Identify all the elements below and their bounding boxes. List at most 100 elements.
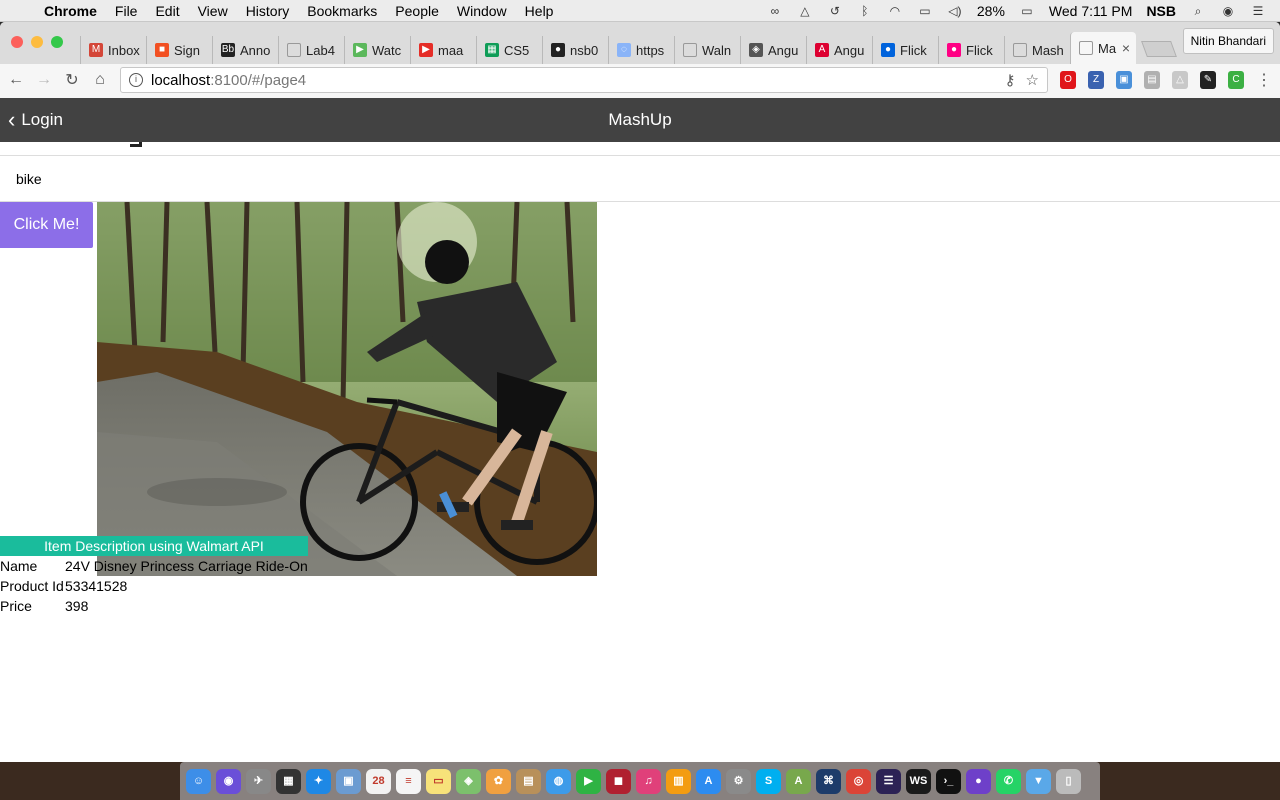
tab[interactable]: Lab4 — [278, 36, 344, 64]
tab[interactable]: ◌ https — [608, 36, 674, 64]
bookmark-star-icon[interactable]: ☆ — [1026, 71, 1039, 89]
calendar-extension-icon[interactable]: ▤ — [1144, 71, 1160, 89]
android-studio-icon[interactable]: A — [786, 768, 811, 794]
chrome-menu-icon[interactable]: ⋮ — [1256, 70, 1272, 90]
tab-label: Angu — [834, 42, 865, 58]
mission-control-icon[interactable]: ▦ — [276, 768, 301, 794]
chrome-icon[interactable]: ◎ — [846, 768, 871, 794]
stickies-icon[interactable]: ▭ — [426, 768, 451, 794]
trash-icon[interactable]: ▯ — [1056, 768, 1081, 794]
sourcetree-icon[interactable]: ⌘ — [816, 768, 841, 794]
tab[interactable]: M Inbox — [80, 36, 146, 64]
evernote-extension-icon[interactable]: ✎ — [1200, 71, 1216, 89]
address-bar[interactable]: i localhost:8100/#/page4 ⚷ ☆ — [120, 67, 1048, 93]
user-menu[interactable]: NSB — [1146, 3, 1176, 19]
calendar-icon[interactable]: 28 — [366, 768, 391, 794]
safari-icon[interactable]: ✦ — [306, 768, 331, 794]
app-menu[interactable]: Chrome — [44, 3, 97, 19]
menu-edit[interactable]: Edit — [155, 3, 179, 19]
google-drive-icon[interactable]: △ — [797, 4, 813, 18]
loading-icon: ◌ — [617, 43, 631, 57]
tab[interactable]: A Angu — [806, 36, 872, 64]
click-me-button[interactable]: Click Me! — [0, 202, 93, 248]
contacts-icon[interactable]: ▤ — [516, 768, 541, 794]
new-tab-button[interactable] — [1141, 41, 1177, 57]
facetime-icon[interactable]: ▶ — [576, 768, 601, 794]
back-arrow-icon[interactable]: ← — [8, 71, 24, 89]
battery-icon[interactable]: ▭ — [1019, 4, 1035, 18]
spotlight-search-icon[interactable]: ⌕ — [1190, 4, 1206, 18]
preview-icon[interactable]: ▣ — [336, 768, 361, 794]
tab[interactable]: ● Flick — [872, 36, 938, 64]
tab[interactable]: Mash — [1004, 36, 1070, 64]
cors-extension-icon[interactable]: C — [1228, 71, 1244, 89]
system-preferences-icon[interactable]: ⚙ — [726, 768, 751, 794]
eclipse-icon[interactable]: ☰ — [876, 768, 901, 794]
flickr-icon: ● — [881, 43, 895, 57]
forward-arrow-icon[interactable]: → — [36, 71, 52, 89]
itunes-icon[interactable]: ♫ — [636, 768, 661, 794]
search-input[interactable]: bike — [0, 156, 1280, 202]
minimize-window-button[interactable] — [31, 36, 43, 48]
gmail-icon: M — [89, 43, 103, 57]
menu-window[interactable]: Window — [457, 3, 507, 19]
time-machine-icon[interactable]: ↺ — [827, 4, 843, 18]
finder-icon[interactable]: ☺ — [186, 768, 211, 794]
drive-extension-icon[interactable]: △ — [1172, 71, 1188, 89]
close-window-button[interactable] — [11, 36, 23, 48]
siri-menu-icon[interactable]: ◉ — [1220, 4, 1236, 18]
skype-icon[interactable]: S — [756, 768, 781, 794]
whatsapp-icon[interactable]: ✆ — [996, 768, 1021, 794]
tab[interactable]: ◈ Angu — [740, 36, 806, 64]
menu-file[interactable]: File — [115, 3, 138, 19]
app-store-icon[interactable]: A — [696, 768, 721, 794]
launchpad-icon[interactable]: ✈ — [246, 768, 271, 794]
photo-booth-icon[interactable]: ◼ — [606, 768, 631, 794]
downloads-folder-icon[interactable]: ▼ — [1026, 768, 1051, 794]
clock[interactable]: Wed 7:11 PM — [1049, 3, 1133, 19]
notes-list-icon[interactable]: ≡ — [396, 768, 421, 794]
zoom-window-button[interactable] — [51, 36, 63, 48]
menu-bookmarks[interactable]: Bookmarks — [307, 3, 377, 19]
tab-active[interactable]: Ma × — [1070, 32, 1136, 64]
menu-view[interactable]: View — [198, 3, 228, 19]
scrolled-content-remnant — [0, 142, 1280, 156]
tab[interactable]: Bb Anno — [212, 36, 278, 64]
menu-history[interactable]: History — [246, 3, 290, 19]
url-path: :8100/#/page4 — [210, 71, 307, 89]
opera-extension-icon[interactable]: O — [1060, 71, 1076, 89]
home-icon[interactable]: ⌂ — [92, 71, 108, 89]
tab-extension-icon[interactable]: ▣ — [1116, 71, 1132, 89]
wifi-icon[interactable]: ◠ — [887, 4, 903, 18]
reload-icon[interactable]: ↻ — [64, 70, 80, 90]
messages-icon[interactable]: ◍ — [546, 768, 571, 794]
close-tab-icon[interactable]: × — [1122, 40, 1130, 56]
creative-cloud-icon[interactable]: ∞ — [767, 4, 783, 18]
webstorm-icon[interactable]: WS — [906, 768, 931, 794]
tab[interactable]: ● nsb0 — [542, 36, 608, 64]
menu-people[interactable]: People — [395, 3, 439, 19]
photos-icon[interactable]: ✿ — [486, 768, 511, 794]
back-button[interactable]: ‹ Login — [0, 109, 63, 131]
tab[interactable]: ■ Sign — [146, 36, 212, 64]
ibooks-icon[interactable]: ▥ — [666, 768, 691, 794]
tab[interactable]: ▶ maa — [410, 36, 476, 64]
zotero-extension-icon[interactable]: Z — [1088, 71, 1104, 89]
notification-center-icon[interactable]: ☰ — [1250, 4, 1266, 18]
tab[interactable]: ▶ Watc — [344, 36, 410, 64]
tab[interactable]: Waln — [674, 36, 740, 64]
profile-button[interactable]: Nitin Bhandari — [1182, 28, 1274, 54]
page-icon — [1013, 43, 1027, 57]
github-desktop-icon[interactable]: ● — [966, 768, 991, 794]
volume-icon[interactable]: ◁) — [947, 4, 963, 18]
menu-help[interactable]: Help — [525, 3, 554, 19]
key-icon[interactable]: ⚷ — [1005, 71, 1016, 89]
tab[interactable]: ▦ CS5 — [476, 36, 542, 64]
terminal-icon[interactable]: ›_ — [936, 768, 961, 794]
tab[interactable]: ● Flick — [938, 36, 1004, 64]
site-info-icon[interactable]: i — [129, 73, 143, 87]
siri-icon[interactable]: ◉ — [216, 768, 241, 794]
maps-icon[interactable]: ◈ — [456, 768, 481, 794]
bluetooth-icon[interactable]: ᛒ — [857, 4, 873, 18]
airplay-icon[interactable]: ▭ — [917, 4, 933, 18]
